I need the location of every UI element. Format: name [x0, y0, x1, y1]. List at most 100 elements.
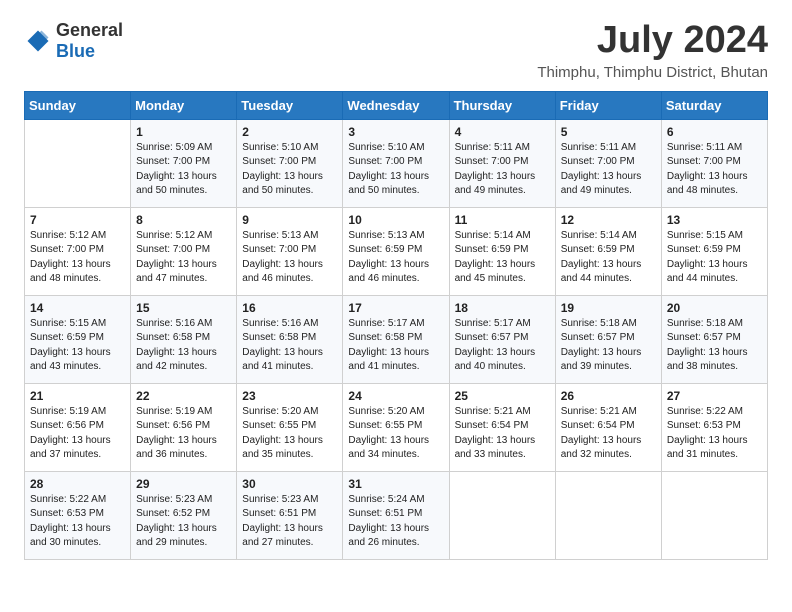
day-info: Sunrise: 5:12 AM Sunset: 7:00 PM Dayligh… — [136, 229, 231, 287]
calendar-cell: 19 Sunrise: 5:18 AM Sunset: 6:57 PM Dayli… — [555, 295, 661, 383]
calendar-cell: 21 Sunrise: 5:19 AM Sunset: 6:56 PM Dayli… — [25, 383, 131, 471]
calendar-week-1: 1 Sunrise: 5:09 AM Sunset: 7:00 PM Daylig… — [25, 119, 768, 207]
calendar-cell: 9 Sunrise: 5:13 AM Sunset: 7:00 PM Daylig… — [237, 207, 343, 295]
day-header-wednesday: Wednesday — [343, 91, 449, 119]
day-number: 5 — [561, 125, 656, 139]
calendar-week-4: 21 Sunrise: 5:19 AM Sunset: 6:56 PM Dayli… — [25, 383, 768, 471]
day-number: 14 — [30, 301, 125, 315]
calendar-cell: 17 Sunrise: 5:17 AM Sunset: 6:58 PM Dayli… — [343, 295, 449, 383]
day-header-thursday: Thursday — [449, 91, 555, 119]
day-info: Sunrise: 5:15 AM Sunset: 6:59 PM Dayligh… — [30, 317, 125, 375]
day-number: 10 — [348, 213, 443, 227]
calendar-cell: 24 Sunrise: 5:20 AM Sunset: 6:55 PM Dayli… — [343, 383, 449, 471]
day-number: 20 — [667, 301, 762, 315]
day-number: 12 — [561, 213, 656, 227]
calendar-cell: 11 Sunrise: 5:14 AM Sunset: 6:59 PM Dayli… — [449, 207, 555, 295]
day-number: 27 — [667, 389, 762, 403]
calendar-cell: 28 Sunrise: 5:22 AM Sunset: 6:53 PM Dayli… — [25, 471, 131, 559]
day-number: 9 — [242, 213, 337, 227]
day-info: Sunrise: 5:19 AM Sunset: 6:56 PM Dayligh… — [30, 405, 125, 463]
calendar-cell — [25, 119, 131, 207]
day-number: 29 — [136, 477, 231, 491]
day-info: Sunrise: 5:14 AM Sunset: 6:59 PM Dayligh… — [561, 229, 656, 287]
day-number: 2 — [242, 125, 337, 139]
calendar-week-2: 7 Sunrise: 5:12 AM Sunset: 7:00 PM Daylig… — [25, 207, 768, 295]
day-number: 31 — [348, 477, 443, 491]
calendar-cell: 8Sunrise: 5:12 AM Sunset: 7:00 PM Daylig… — [131, 207, 237, 295]
day-number: 13 — [667, 213, 762, 227]
day-info: Sunrise: 5:14 AM Sunset: 6:59 PM Dayligh… — [455, 229, 550, 287]
day-info: Sunrise: 5:20 AM Sunset: 6:55 PM Dayligh… — [348, 405, 443, 463]
day-info: Sunrise: 5:18 AM Sunset: 6:57 PM Dayligh… — [667, 317, 762, 375]
day-info: Sunrise: 5:18 AM Sunset: 6:57 PM Dayligh… — [561, 317, 656, 375]
day-info: Sunrise: 5:23 AM Sunset: 6:52 PM Dayligh… — [136, 493, 231, 551]
day-info: Sunrise: 5:10 AM Sunset: 7:00 PM Dayligh… — [348, 141, 443, 199]
day-number: 23 — [242, 389, 337, 403]
calendar-header-row: SundayMondayTuesdayWednesdayThursdayFrid… — [25, 91, 768, 119]
calendar-week-5: 28 Sunrise: 5:22 AM Sunset: 6:53 PM Dayli… — [25, 471, 768, 559]
day-number: 11 — [455, 213, 550, 227]
day-number: 1 — [136, 125, 231, 139]
day-info: Sunrise: 5:23 AM Sunset: 6:51 PM Dayligh… — [242, 493, 337, 551]
title-section: July 2024 Thimphu, Thimphu District, Bhu… — [537, 20, 768, 81]
logo: General Blue — [24, 20, 123, 62]
day-info: Sunrise: 5:24 AM Sunset: 6:51 PM Dayligh… — [348, 493, 443, 551]
calendar-week-3: 14 Sunrise: 5:15 AM Sunset: 6:59 PM Dayli… — [25, 295, 768, 383]
calendar-cell: 14 Sunrise: 5:15 AM Sunset: 6:59 PM Dayli… — [25, 295, 131, 383]
calendar-cell: 16 Sunrise: 5:16 AM Sunset: 6:58 PM Dayli… — [237, 295, 343, 383]
calendar-cell: 6Sunrise: 5:11 AM Sunset: 7:00 PM Daylig… — [661, 119, 767, 207]
calendar-cell: 22Sunrise: 5:19 AM Sunset: 6:56 PM Dayli… — [131, 383, 237, 471]
day-info: Sunrise: 5:21 AM Sunset: 6:54 PM Dayligh… — [455, 405, 550, 463]
day-number: 18 — [455, 301, 550, 315]
day-info: Sunrise: 5:11 AM Sunset: 7:00 PM Dayligh… — [455, 141, 550, 199]
day-info: Sunrise: 5:09 AM Sunset: 7:00 PM Dayligh… — [136, 141, 231, 199]
calendar-cell: 12 Sunrise: 5:14 AM Sunset: 6:59 PM Dayli… — [555, 207, 661, 295]
day-number: 15 — [136, 301, 231, 315]
day-info: Sunrise: 5:21 AM Sunset: 6:54 PM Dayligh… — [561, 405, 656, 463]
day-number: 4 — [455, 125, 550, 139]
calendar-cell: 23Sunrise: 5:20 AM Sunset: 6:55 PM Dayli… — [237, 383, 343, 471]
calendar-cell: 15 Sunrise: 5:16 AM Sunset: 6:58 PM Dayli… — [131, 295, 237, 383]
calendar-cell: 26Sunrise: 5:21 AM Sunset: 6:54 PM Dayli… — [555, 383, 661, 471]
day-number: 3 — [348, 125, 443, 139]
calendar-cell: 13 Sunrise: 5:15 AM Sunset: 6:59 PM Dayli… — [661, 207, 767, 295]
day-number: 17 — [348, 301, 443, 315]
calendar-table: SundayMondayTuesdayWednesdayThursdayFrid… — [24, 91, 768, 560]
calendar-body: 1 Sunrise: 5:09 AM Sunset: 7:00 PM Daylig… — [25, 119, 768, 559]
day-info: Sunrise: 5:19 AM Sunset: 6:56 PM Dayligh… — [136, 405, 231, 463]
day-number: 24 — [348, 389, 443, 403]
calendar-cell: 2Sunrise: 5:10 AM Sunset: 7:00 PM Daylig… — [237, 119, 343, 207]
day-header-monday: Monday — [131, 91, 237, 119]
day-number: 19 — [561, 301, 656, 315]
day-info: Sunrise: 5:13 AM Sunset: 6:59 PM Dayligh… — [348, 229, 443, 287]
day-info: Sunrise: 5:15 AM Sunset: 6:59 PM Dayligh… — [667, 229, 762, 287]
day-header-saturday: Saturday — [661, 91, 767, 119]
day-number: 16 — [242, 301, 337, 315]
day-number: 30 — [242, 477, 337, 491]
day-number: 28 — [30, 477, 125, 491]
calendar-cell: 4 Sunrise: 5:11 AM Sunset: 7:00 PM Daylig… — [449, 119, 555, 207]
day-info: Sunrise: 5:17 AM Sunset: 6:57 PM Dayligh… — [455, 317, 550, 375]
day-info: Sunrise: 5:22 AM Sunset: 6:53 PM Dayligh… — [30, 493, 125, 551]
calendar-cell: 1 Sunrise: 5:09 AM Sunset: 7:00 PM Daylig… — [131, 119, 237, 207]
calendar-cell — [661, 471, 767, 559]
header: General Blue July 2024 Thimphu, Thimphu … — [24, 20, 768, 81]
calendar-cell — [555, 471, 661, 559]
day-number: 7 — [30, 213, 125, 227]
calendar-cell: 20 Sunrise: 5:18 AM Sunset: 6:57 PM Dayli… — [661, 295, 767, 383]
day-header-friday: Friday — [555, 91, 661, 119]
day-number: 21 — [30, 389, 125, 403]
calendar-cell: 18 Sunrise: 5:17 AM Sunset: 6:57 PM Dayli… — [449, 295, 555, 383]
calendar-cell: 25Sunrise: 5:21 AM Sunset: 6:54 PM Dayli… — [449, 383, 555, 471]
day-info: Sunrise: 5:17 AM Sunset: 6:58 PM Dayligh… — [348, 317, 443, 375]
day-number: 6 — [667, 125, 762, 139]
month-year-title: July 2024 — [537, 20, 768, 62]
day-info: Sunrise: 5:16 AM Sunset: 6:58 PM Dayligh… — [242, 317, 337, 375]
day-header-sunday: Sunday — [25, 91, 131, 119]
day-info: Sunrise: 5:16 AM Sunset: 6:58 PM Dayligh… — [136, 317, 231, 375]
logo-icon — [24, 27, 52, 55]
day-info: Sunrise: 5:13 AM Sunset: 7:00 PM Dayligh… — [242, 229, 337, 287]
calendar-cell: 7Sunrise: 5:12 AM Sunset: 7:00 PM Daylig… — [25, 207, 131, 295]
calendar-cell — [449, 471, 555, 559]
day-info: Sunrise: 5:22 AM Sunset: 6:53 PM Dayligh… — [667, 405, 762, 463]
